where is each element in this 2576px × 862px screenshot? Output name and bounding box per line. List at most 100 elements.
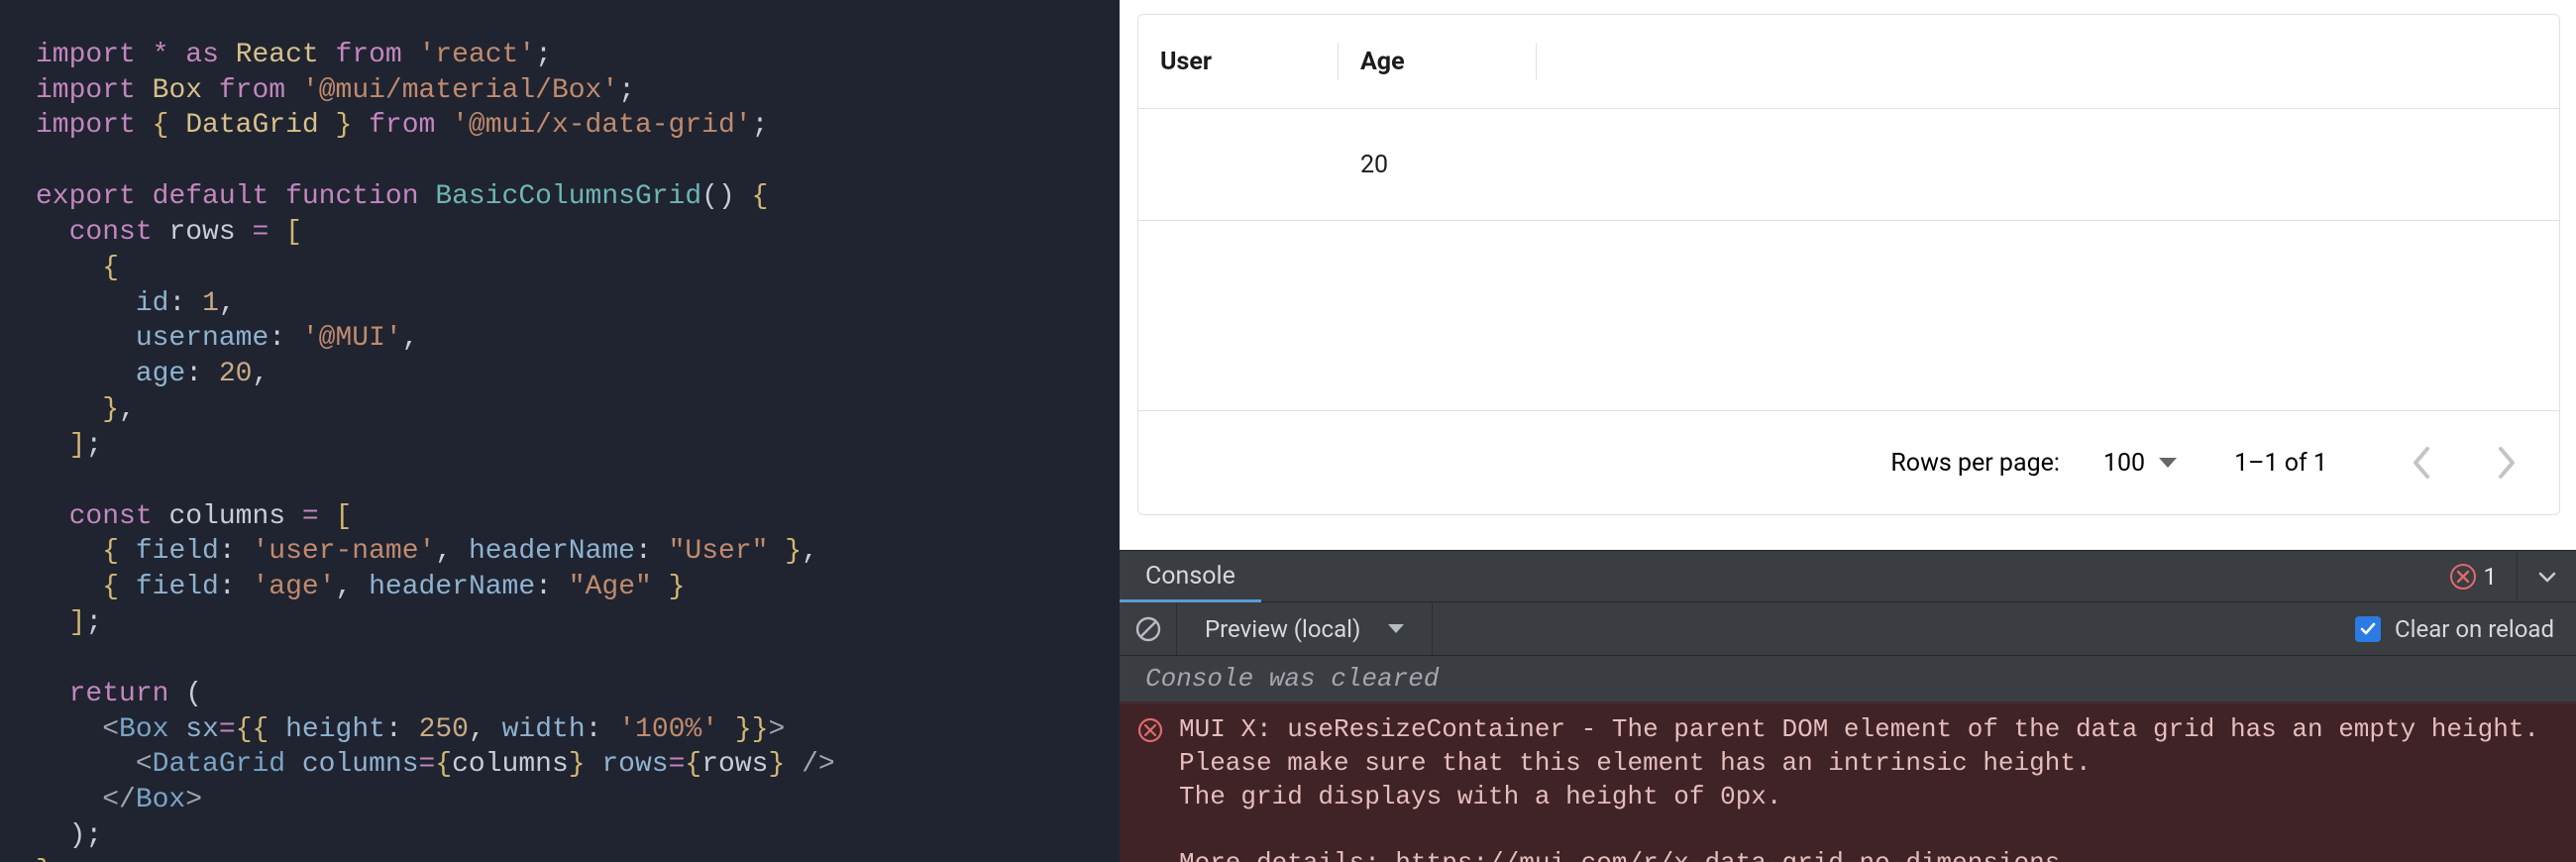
- code-token: *: [153, 40, 169, 70]
- code-token: React: [236, 40, 319, 70]
- code-token: {: [102, 572, 119, 602]
- code-token: <: [102, 714, 119, 745]
- code-token: :: [219, 572, 236, 602]
- console-error-count[interactable]: 1: [2430, 551, 2518, 601]
- code-token: {: [102, 253, 119, 283]
- code-token: rows: [701, 749, 768, 780]
- console-messages[interactable]: Console was cleared MUI X: useResizeCont…: [1120, 656, 2576, 862]
- column-header-age[interactable]: Age: [1339, 15, 1537, 108]
- error-badge-icon: [2450, 564, 2476, 590]
- code-token: ,: [435, 536, 452, 567]
- code-token: 20: [219, 359, 253, 389]
- previous-page-button[interactable]: [2395, 437, 2446, 488]
- code-token: {: [153, 110, 186, 141]
- column-separator[interactable]: [1536, 43, 1537, 80]
- code-token: field: [136, 572, 219, 602]
- code-token: 'user-name': [252, 536, 435, 567]
- code-token: :: [586, 714, 602, 745]
- table-row[interactable]: 20: [1138, 109, 2559, 221]
- code-token: ,: [469, 714, 485, 745]
- code-token: :: [219, 536, 236, 567]
- code-token: <: [136, 749, 153, 780]
- devtools-tabbar: Console 1: [1120, 550, 2576, 602]
- next-page-button[interactable]: [2482, 437, 2533, 488]
- grid-body: 20: [1138, 109, 2559, 411]
- code-token: columns: [168, 501, 285, 532]
- code-editor[interactable]: import * as React from 'react'; import B…: [0, 0, 1120, 862]
- error-count-value: 1: [2484, 563, 2498, 591]
- code-token: 250: [419, 714, 469, 745]
- code-token: }: [569, 749, 586, 780]
- code-token: Box: [119, 714, 168, 745]
- execution-context-select[interactable]: Preview (local): [1177, 602, 1433, 655]
- tab-console[interactable]: Console: [1120, 551, 1261, 601]
- code-token: import: [36, 40, 136, 70]
- code-token: from: [336, 40, 402, 70]
- code-token: return: [69, 679, 169, 709]
- code-token: BasicColumnsGrid: [435, 181, 701, 212]
- code-token: rows: [168, 217, 235, 248]
- code-token: import: [36, 75, 136, 106]
- cell-age[interactable]: 20: [1339, 109, 1537, 220]
- console-collapse-button[interactable]: [2517, 551, 2576, 601]
- code-token: =: [669, 749, 686, 780]
- execution-context-label: Preview (local): [1205, 615, 1360, 643]
- code-token: headerName: [469, 536, 635, 567]
- rows-per-page-select[interactable]: 100: [2103, 449, 2177, 478]
- code-token: 'react': [419, 40, 536, 70]
- code-token: '100%': [618, 714, 718, 745]
- cell-user[interactable]: [1138, 109, 1339, 220]
- code-token: '@MUI': [302, 323, 402, 354]
- code-token: sx: [185, 714, 219, 745]
- column-header-label: User: [1160, 48, 1212, 76]
- clear-on-reload-label: Clear on reload: [2395, 615, 2554, 643]
- console-message-error[interactable]: MUI X: useResizeContainer - The parent D…: [1120, 702, 2576, 862]
- code-token: height: [285, 714, 385, 745]
- code-token: rows: [601, 749, 668, 780]
- code-token: =: [252, 217, 268, 248]
- code-token: ;: [85, 607, 102, 638]
- cell-value: 20: [1360, 151, 1388, 179]
- code-token: ;: [85, 820, 102, 851]
- clear-console-button[interactable]: [1120, 602, 1177, 655]
- column-header-user[interactable]: User: [1138, 15, 1339, 108]
- code-token: export: [36, 181, 136, 212]
- code-token: :: [268, 323, 285, 354]
- data-grid[interactable]: User Age 20 Rows per page: 100: [1137, 14, 2560, 515]
- code-token: 1: [202, 288, 219, 319]
- code-token: ,: [802, 536, 818, 567]
- code-token: const: [69, 217, 153, 248]
- code-token: "User": [669, 536, 769, 567]
- error-icon: [1137, 717, 1165, 743]
- code-token: </: [102, 785, 136, 815]
- console-message-text: Console was cleared: [1145, 664, 1439, 694]
- code-token: ;: [535, 40, 552, 70]
- code-token: DataGrid: [185, 110, 318, 141]
- code-token: }: [319, 110, 353, 141]
- code-token: width: [502, 714, 586, 745]
- code-token: {: [435, 749, 452, 780]
- checkbox-checked-icon: [2355, 616, 2381, 642]
- code-token: username: [136, 323, 268, 354]
- code-token: }: [102, 394, 119, 425]
- console-toolbar: Preview (local) Clear on reload: [1120, 602, 2576, 656]
- clear-on-reload-toggle[interactable]: Clear on reload: [2333, 615, 2576, 643]
- code-token: ,: [402, 323, 419, 354]
- chevron-down-icon: [2535, 565, 2559, 589]
- console-message-text: MUI X: useResizeContainer - The parent D…: [1179, 713, 2539, 862]
- clear-icon: [1134, 615, 1162, 643]
- tab-label: Console: [1145, 562, 1235, 591]
- code-token: :: [168, 288, 185, 319]
- code-token: :: [535, 572, 552, 602]
- code-token: }: [36, 856, 53, 862]
- code-token: ,: [252, 359, 268, 389]
- code-token: >: [769, 714, 786, 745]
- code-token: DataGrid: [153, 749, 285, 780]
- code-token: ]: [69, 607, 86, 638]
- tabbar-spacer: [1261, 551, 2430, 601]
- chevron-left-icon: [2410, 446, 2431, 480]
- code-token: (: [185, 679, 202, 709]
- right-pane: User Age 20 Rows per page: 100: [1120, 0, 2576, 862]
- code-token: from: [219, 75, 285, 106]
- code-token: ]: [69, 430, 86, 461]
